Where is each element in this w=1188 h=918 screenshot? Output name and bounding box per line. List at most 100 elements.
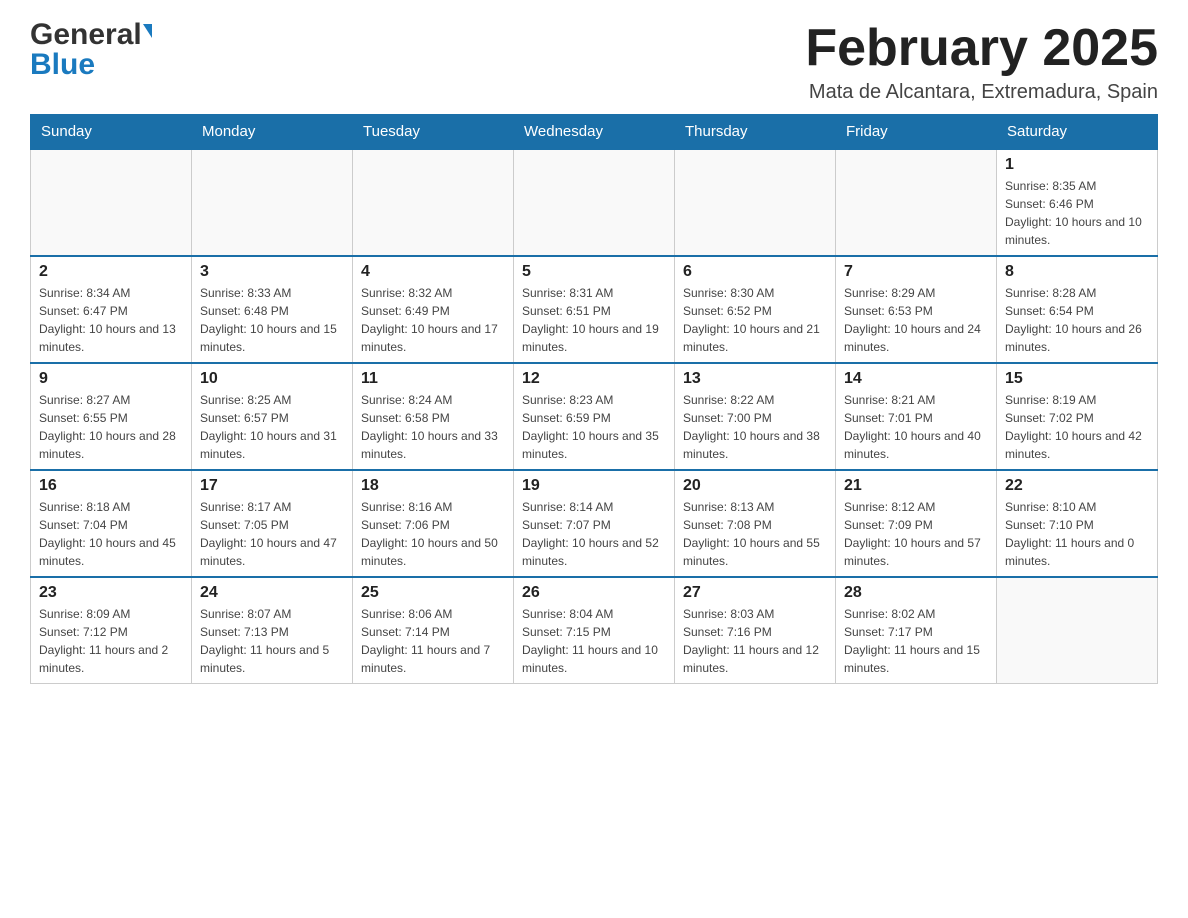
day-number: 13 <box>683 370 827 388</box>
day-number: 9 <box>39 370 183 388</box>
weekday-header-friday: Friday <box>836 115 997 150</box>
day-info: Sunrise: 8:32 AMSunset: 6:49 PMDaylight:… <box>361 284 505 356</box>
calendar-cell: 12 Sunrise: 8:23 AMSunset: 6:59 PMDayligh… <box>514 363 675 470</box>
day-info: Sunrise: 8:13 AMSunset: 7:08 PMDaylight:… <box>683 498 827 570</box>
calendar-cell: 9Sunrise: 8:27 AMSunset: 6:55 PMDaylight… <box>31 363 192 470</box>
title-block: February 2025 Mata de Alcantara, Extrema… <box>805 20 1158 104</box>
day-info: Sunrise: 8:34 AMSunset: 6:47 PMDaylight:… <box>39 284 183 356</box>
calendar-cell: 8Sunrise: 8:28 AMSunset: 6:54 PMDaylight… <box>997 256 1158 363</box>
day-info: Sunrise: 8:09 AMSunset: 7:12 PMDaylight:… <box>39 605 183 677</box>
calendar-cell: 21 Sunrise: 8:12 AMSunset: 7:09 PMDayligh… <box>836 470 997 577</box>
day-info: Sunrise: 8:04 AMSunset: 7:15 PMDaylight:… <box>522 605 666 677</box>
calendar-week-row: 1 Sunrise: 8:35 AMSunset: 6:46 PMDaylight… <box>31 149 1158 256</box>
weekday-header-saturday: Saturday <box>997 115 1158 150</box>
calendar-cell: 24Sunrise: 8:07 AMSunset: 7:13 PMDayligh… <box>192 577 353 684</box>
day-info: Sunrise: 8:29 AMSunset: 6:53 PMDaylight:… <box>844 284 988 356</box>
day-number: 26 <box>522 584 666 602</box>
calendar-cell: 20 Sunrise: 8:13 AMSunset: 7:08 PMDayligh… <box>675 470 836 577</box>
weekday-header-monday: Monday <box>192 115 353 150</box>
day-info: Sunrise: 8:17 AMSunset: 7:05 PMDaylight:… <box>200 498 344 570</box>
calendar-cell: 14 Sunrise: 8:21 AMSunset: 7:01 PMDayligh… <box>836 363 997 470</box>
logo-line2: Blue <box>30 50 152 80</box>
day-info: Sunrise: 8:18 AMSunset: 7:04 PMDaylight:… <box>39 498 183 570</box>
calendar-cell: 6 Sunrise: 8:30 AMSunset: 6:52 PMDaylight… <box>675 256 836 363</box>
calendar-cell: 10 Sunrise: 8:25 AMSunset: 6:57 PMDayligh… <box>192 363 353 470</box>
day-number: 21 <box>844 477 988 495</box>
day-info: Sunrise: 8:16 AMSunset: 7:06 PMDaylight:… <box>361 498 505 570</box>
day-info: Sunrise: 8:12 AMSunset: 7:09 PMDaylight:… <box>844 498 988 570</box>
weekday-header-sunday: Sunday <box>31 115 192 150</box>
day-number: 7 <box>844 263 988 281</box>
calendar-cell: 23 Sunrise: 8:09 AMSunset: 7:12 PMDayligh… <box>31 577 192 684</box>
logo-general-text: General <box>30 18 142 51</box>
calendar-cell: 5 Sunrise: 8:31 AMSunset: 6:51 PMDaylight… <box>514 256 675 363</box>
logo-triangle-icon <box>143 24 152 38</box>
day-number: 22 <box>1005 477 1149 495</box>
day-info: Sunrise: 8:35 AMSunset: 6:46 PMDaylight:… <box>1005 177 1149 249</box>
calendar-cell <box>353 149 514 256</box>
day-info: Sunrise: 8:14 AMSunset: 7:07 PMDaylight:… <box>522 498 666 570</box>
calendar-cell: 26 Sunrise: 8:04 AMSunset: 7:15 PMDayligh… <box>514 577 675 684</box>
day-info: Sunrise: 8:06 AMSunset: 7:14 PMDaylight:… <box>361 605 505 677</box>
day-number: 12 <box>522 370 666 388</box>
day-number: 11 <box>361 370 505 388</box>
day-number: 23 <box>39 584 183 602</box>
day-number: 16 <box>39 477 183 495</box>
calendar-cell <box>192 149 353 256</box>
calendar-cell: 16 Sunrise: 8:18 AMSunset: 7:04 PMDayligh… <box>31 470 192 577</box>
day-number: 4 <box>361 263 505 281</box>
calendar-cell: 4 Sunrise: 8:32 AMSunset: 6:49 PMDaylight… <box>353 256 514 363</box>
logo: General Blue <box>30 20 152 80</box>
day-info: Sunrise: 8:07 AMSunset: 7:13 PMDaylight:… <box>200 605 344 677</box>
day-info: Sunrise: 8:19 AMSunset: 7:02 PMDaylight:… <box>1005 391 1149 463</box>
weekday-header-wednesday: Wednesday <box>514 115 675 150</box>
day-number: 19 <box>522 477 666 495</box>
day-info: Sunrise: 8:02 AMSunset: 7:17 PMDaylight:… <box>844 605 988 677</box>
day-number: 1 <box>1005 156 1149 174</box>
day-number: 20 <box>683 477 827 495</box>
calendar-table: SundayMondayTuesdayWednesdayThursdayFrid… <box>30 114 1158 684</box>
day-info: Sunrise: 8:21 AMSunset: 7:01 PMDaylight:… <box>844 391 988 463</box>
calendar-cell: 25Sunrise: 8:06 AMSunset: 7:14 PMDayligh… <box>353 577 514 684</box>
day-info: Sunrise: 8:33 AMSunset: 6:48 PMDaylight:… <box>200 284 344 356</box>
calendar-cell: 11 Sunrise: 8:24 AMSunset: 6:58 PMDayligh… <box>353 363 514 470</box>
calendar-cell: 19 Sunrise: 8:14 AMSunset: 7:07 PMDayligh… <box>514 470 675 577</box>
day-number: 27 <box>683 584 827 602</box>
weekday-header-row: SundayMondayTuesdayWednesdayThursdayFrid… <box>31 115 1158 150</box>
calendar-cell: 28Sunrise: 8:02 AMSunset: 7:17 PMDayligh… <box>836 577 997 684</box>
day-number: 15 <box>1005 370 1149 388</box>
day-info: Sunrise: 8:23 AMSunset: 6:59 PMDaylight:… <box>522 391 666 463</box>
day-info: Sunrise: 8:30 AMSunset: 6:52 PMDaylight:… <box>683 284 827 356</box>
day-number: 17 <box>200 477 344 495</box>
calendar-cell: 27Sunrise: 8:03 AMSunset: 7:16 PMDayligh… <box>675 577 836 684</box>
month-title: February 2025 <box>805 20 1158 77</box>
day-number: 3 <box>200 263 344 281</box>
calendar-cell: 3 Sunrise: 8:33 AMSunset: 6:48 PMDaylight… <box>192 256 353 363</box>
calendar-cell: 15 Sunrise: 8:19 AMSunset: 7:02 PMDayligh… <box>997 363 1158 470</box>
calendar-week-row: 16 Sunrise: 8:18 AMSunset: 7:04 PMDayligh… <box>31 470 1158 577</box>
day-number: 14 <box>844 370 988 388</box>
day-number: 5 <box>522 263 666 281</box>
calendar-cell: 22 Sunrise: 8:10 AMSunset: 7:10 PMDayligh… <box>997 470 1158 577</box>
day-info: Sunrise: 8:31 AMSunset: 6:51 PMDaylight:… <box>522 284 666 356</box>
calendar-cell <box>675 149 836 256</box>
calendar-cell: 1 Sunrise: 8:35 AMSunset: 6:46 PMDaylight… <box>997 149 1158 256</box>
day-number: 10 <box>200 370 344 388</box>
calendar-cell: 7 Sunrise: 8:29 AMSunset: 6:53 PMDaylight… <box>836 256 997 363</box>
calendar-week-row: 9Sunrise: 8:27 AMSunset: 6:55 PMDaylight… <box>31 363 1158 470</box>
logo-blue-text: Blue <box>30 48 95 81</box>
calendar-week-row: 23 Sunrise: 8:09 AMSunset: 7:12 PMDayligh… <box>31 577 1158 684</box>
calendar-cell <box>836 149 997 256</box>
weekday-header-tuesday: Tuesday <box>353 115 514 150</box>
day-info: Sunrise: 8:10 AMSunset: 7:10 PMDaylight:… <box>1005 498 1149 570</box>
day-number: 6 <box>683 263 827 281</box>
calendar-cell <box>997 577 1158 684</box>
day-info: Sunrise: 8:24 AMSunset: 6:58 PMDaylight:… <box>361 391 505 463</box>
calendar-cell: 13Sunrise: 8:22 AMSunset: 7:00 PMDayligh… <box>675 363 836 470</box>
calendar-cell <box>514 149 675 256</box>
location-text: Mata de Alcantara, Extremadura, Spain <box>805 81 1158 104</box>
calendar-cell: 2Sunrise: 8:34 AMSunset: 6:47 PMDaylight… <box>31 256 192 363</box>
calendar-week-row: 2Sunrise: 8:34 AMSunset: 6:47 PMDaylight… <box>31 256 1158 363</box>
day-info: Sunrise: 8:25 AMSunset: 6:57 PMDaylight:… <box>200 391 344 463</box>
calendar-cell <box>31 149 192 256</box>
